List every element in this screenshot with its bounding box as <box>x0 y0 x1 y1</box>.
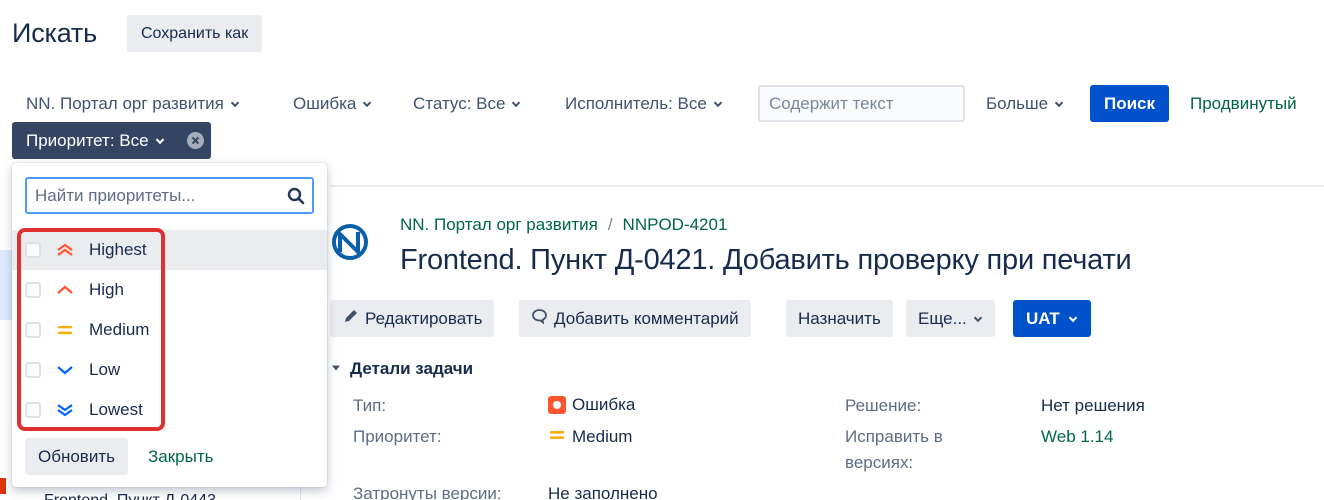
priority-option-label: Low <box>89 360 121 379</box>
workflow-uat-button[interactable]: UAT <box>1013 300 1091 337</box>
chevron-down-icon <box>155 136 165 146</box>
issue-title: Frontend. Пункт Д-0421. Добавить проверк… <box>400 244 1132 276</box>
priority-options-list: Highest High Medium Low Lowest <box>12 230 327 430</box>
priority-low-icon <box>55 362 75 378</box>
resolution-value: Нет решения <box>1041 396 1145 415</box>
affects-versions-label: Затронуты версии: <box>353 484 502 500</box>
checkbox[interactable] <box>25 402 41 418</box>
clear-filter-icon[interactable] <box>187 132 204 149</box>
search-button[interactable]: Поиск <box>1090 85 1170 122</box>
selected-row-tint <box>0 250 12 320</box>
edit-button-label: Редактировать <box>365 309 483 328</box>
breadcrumb-issue-key[interactable]: NNPOD-4201 <box>623 215 728 235</box>
priority-option-label: High <box>89 280 124 299</box>
priority-high-icon <box>55 282 75 298</box>
priority-highest-icon <box>55 242 75 258</box>
priority-option-lowest[interactable]: Lowest <box>12 390 327 430</box>
priority-option-high[interactable]: High <box>12 270 327 310</box>
bug-type-marker <box>0 478 6 494</box>
affects-versions-value: Не заполнено <box>548 484 658 500</box>
chevron-down-icon <box>1068 314 1078 324</box>
chevron-down-icon <box>330 359 342 379</box>
fix-version-label-line1: Исправить в <box>845 427 943 446</box>
priority-dropdown: Highest High Medium Low Lowest Обновить … <box>12 163 327 487</box>
priority-value-text: Medium <box>572 427 633 446</box>
chevron-down-icon <box>362 99 372 109</box>
edit-button[interactable]: Редактировать <box>330 300 495 337</box>
priority-value: Medium <box>548 427 632 447</box>
priority-medium-icon <box>548 427 566 447</box>
assignee-filter[interactable]: Исполнитель: Все <box>551 89 737 119</box>
search-icon <box>287 187 305 210</box>
priority-option-label: Highest <box>89 240 147 259</box>
priority-search[interactable] <box>25 177 314 214</box>
priority-filter-label: Приоритет: Все <box>26 130 149 150</box>
header-divider <box>330 185 1324 187</box>
more-filters-button[interactable]: Больше <box>972 89 1078 119</box>
chevron-down-icon <box>713 99 723 109</box>
resolution-label: Решение: <box>845 396 922 415</box>
fix-version-link[interactable]: Web 1.14 <box>1041 427 1113 447</box>
list-item[interactable]: Frontend. Пункт Д-0443 <box>44 492 216 500</box>
priority-option-highest[interactable]: Highest <box>12 230 327 270</box>
details-section-toggle[interactable]: Детали задачи <box>330 359 473 379</box>
priority-filter-chip[interactable]: Приоритет: Все <box>12 122 211 159</box>
type-value: Ошибка <box>548 395 635 415</box>
more-actions-button[interactable]: Еще... <box>906 300 995 337</box>
chevron-down-icon <box>230 99 240 109</box>
breadcrumb-separator: / <box>607 215 613 234</box>
priority-search-input[interactable] <box>27 179 277 212</box>
close-link[interactable]: Закрыть <box>148 438 213 475</box>
chevron-down-icon <box>973 314 983 324</box>
status-filter-label: Статус: Все <box>413 94 506 113</box>
advanced-search-link[interactable]: Продвинутый <box>1190 85 1297 122</box>
breadcrumb-project[interactable]: NN. Портал орг развития <box>400 215 598 235</box>
fix-version-label-line2: версиях: <box>845 453 914 472</box>
chevron-down-icon <box>511 99 521 109</box>
type-filter-label: Ошибка <box>293 94 357 113</box>
checkbox[interactable] <box>25 362 41 378</box>
type-label: Тип: <box>353 396 387 415</box>
priority-option-low[interactable]: Low <box>12 350 327 390</box>
checkbox[interactable] <box>25 242 41 258</box>
add-comment-button[interactable]: Добавить комментарий <box>519 300 751 337</box>
checkbox[interactable] <box>25 322 41 338</box>
workflow-uat-label: UAT <box>1026 308 1060 328</box>
save-as-button[interactable]: Сохранить как <box>127 15 263 52</box>
priority-medium-icon <box>55 322 75 338</box>
status-filter[interactable]: Статус: Все <box>399 89 535 119</box>
priority-label: Приоритет: <box>353 427 442 446</box>
pencil-icon <box>343 300 359 337</box>
type-filter[interactable]: Ошибка <box>279 89 386 119</box>
add-comment-label: Добавить комментарий <box>554 309 739 328</box>
project-filter-label: NN. Портал орг развития <box>26 94 224 113</box>
priority-option-medium[interactable]: Medium <box>12 310 327 350</box>
more-filters-label: Больше <box>986 94 1049 113</box>
bug-icon <box>548 396 566 414</box>
priority-option-label: Lowest <box>89 400 143 419</box>
update-button[interactable]: Обновить <box>25 438 128 475</box>
type-value-text: Ошибка <box>572 395 636 414</box>
text-search-input[interactable] <box>758 85 965 122</box>
checkbox[interactable] <box>25 282 41 298</box>
comment-icon <box>531 300 548 337</box>
project-filter[interactable]: NN. Портал орг развития <box>12 89 254 119</box>
details-section-title: Детали задачи <box>350 359 474 378</box>
priority-lowest-icon <box>55 402 75 418</box>
priority-option-label: Medium <box>89 320 150 339</box>
chevron-down-icon <box>1054 99 1064 109</box>
assignee-filter-label: Исполнитель: Все <box>565 94 707 113</box>
page-title: Искать <box>12 18 97 48</box>
assign-button[interactable]: Назначить <box>786 300 893 337</box>
breadcrumb: NN. Портал орг развития / NNPOD-4201 <box>400 215 727 235</box>
more-actions-label: Еще... <box>918 309 967 328</box>
project-avatar <box>330 222 382 262</box>
